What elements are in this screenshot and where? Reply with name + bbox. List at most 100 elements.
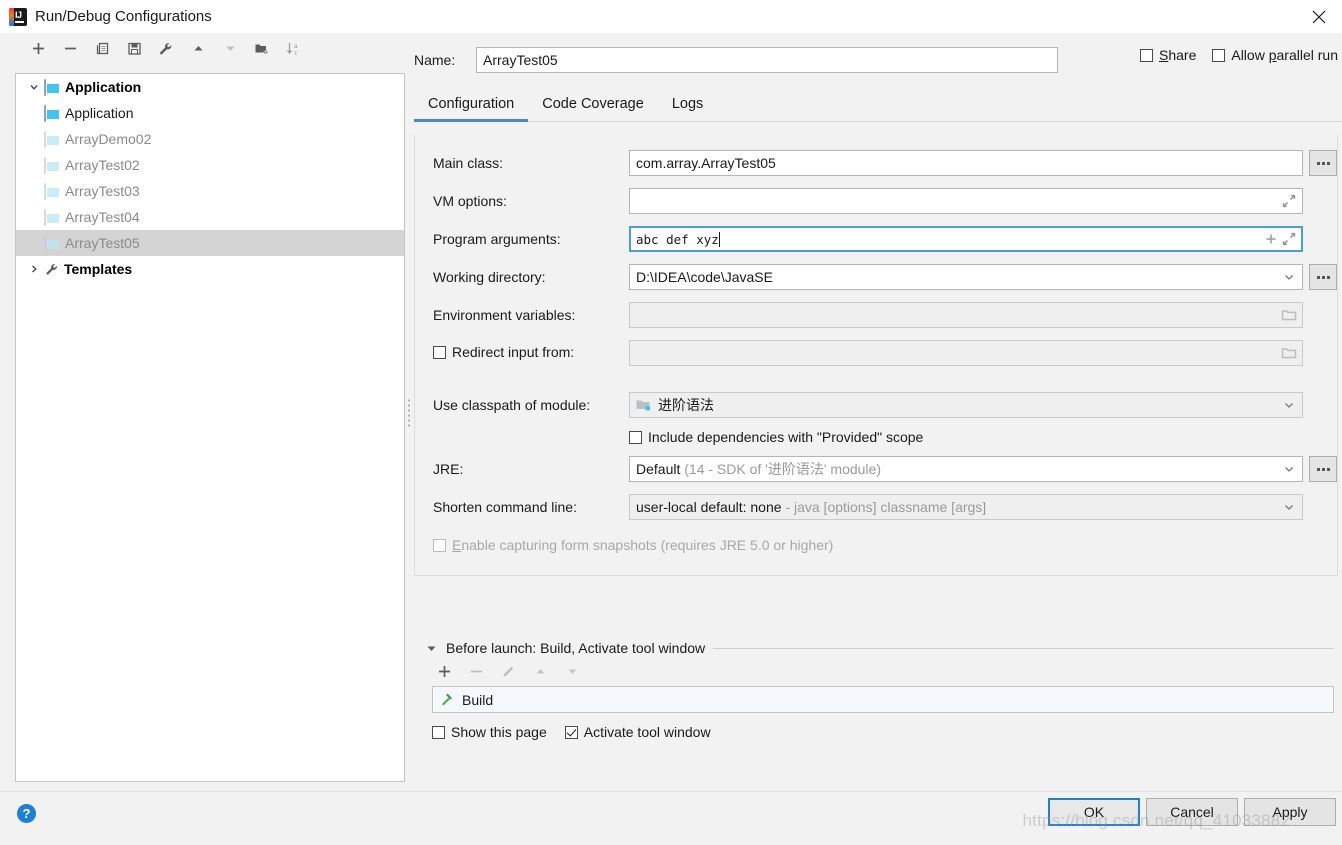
remove-button[interactable]: [54, 35, 86, 63]
bl-remove-button: [460, 657, 492, 685]
bl-add-button[interactable]: [428, 657, 460, 685]
vm-options-field[interactable]: [629, 188, 1303, 214]
ok-button[interactable]: OK: [1048, 798, 1140, 826]
chevron-down-icon[interactable]: [1280, 459, 1298, 479]
expand-diagonal-icon[interactable]: [1280, 229, 1298, 249]
help-question-icon[interactable]: ?: [17, 804, 36, 823]
show-this-page-checkbox[interactable]: Show this page: [432, 724, 547, 740]
bl-move-up-button: [524, 657, 556, 685]
expand-diagonal-icon[interactable]: [1280, 191, 1298, 211]
tree-node-arraytest03[interactable]: ArrayTest03: [16, 178, 404, 204]
tree-node-label: Application: [65, 79, 142, 95]
show-this-page-label: Show this page: [451, 724, 547, 740]
checkbox-box: [433, 345, 446, 359]
tree-node-label: ArrayTest05: [65, 235, 140, 251]
classpath-module-value: 进阶语法: [658, 397, 714, 413]
dialog-body: a z Application Application ArrayDemo02: [0, 33, 1342, 792]
checkbox-box: [564, 725, 578, 739]
working-directory-field[interactable]: D:\IDEA\code\JavaSE: [629, 264, 1303, 290]
jre-field[interactable]: Default (14 - SDK of '进阶语法' module): [629, 456, 1303, 482]
before-launch-header[interactable]: Before launch: Build, Activate tool wind…: [414, 640, 1338, 656]
chevron-down-icon[interactable]: [1280, 267, 1298, 287]
chevron-down-icon[interactable]: [1280, 497, 1298, 517]
main-class-row: Main class: com.array.ArrayTest05: [415, 149, 1337, 177]
window-title: Run/Debug Configurations: [35, 8, 212, 25]
tab-configuration[interactable]: Configuration: [414, 96, 529, 122]
tree-node-arraytest05[interactable]: ArrayTest05: [16, 230, 404, 256]
checkbox-box: [1139, 48, 1153, 62]
vm-options-label: VM options:: [433, 193, 507, 209]
text-caret: [718, 231, 720, 247]
move-up-button[interactable]: [182, 35, 214, 63]
environment-variables-row: Environment variables:: [415, 301, 1337, 329]
shorten-command-line-row: Shorten command line: user-local default…: [415, 493, 1337, 521]
folder-icon[interactable]: [1280, 305, 1298, 325]
tab-logs[interactable]: Logs: [658, 96, 717, 121]
caret-down-icon[interactable]: [424, 643, 438, 654]
include-provided-checkbox[interactable]: Include dependencies with "Provided" sco…: [629, 429, 923, 445]
close-icon[interactable]: [1296, 0, 1342, 33]
classpath-module-field[interactable]: 进阶语法: [629, 392, 1303, 418]
before-launch-list[interactable]: Build: [432, 686, 1334, 713]
chevron-right-icon[interactable]: [24, 264, 44, 274]
allow-parallel-run-checkbox[interactable]: Allow parallel run: [1212, 47, 1338, 63]
shorten-command-line-field[interactable]: user-local default: none - java [options…: [629, 494, 1303, 520]
svg-text:z: z: [294, 50, 297, 56]
program-arguments-field[interactable]: abc def xyz: [629, 226, 1303, 252]
configurations-pane: a z Application Application ArrayDemo02: [0, 33, 414, 792]
tree-node-arraytest04[interactable]: ArrayTest04: [16, 204, 404, 230]
tree-toolbar: a z: [0, 33, 414, 64]
before-launch-toolbar: [414, 656, 1338, 686]
checkbox-box: [1212, 48, 1226, 62]
application-icon: [44, 156, 61, 174]
main-class-field[interactable]: com.array.ArrayTest05: [629, 150, 1303, 176]
ellipsis-icon: [1316, 161, 1330, 165]
form-snapshots-label: Enable capturing form snapshots (require…: [452, 537, 834, 553]
add-button[interactable]: [22, 35, 54, 63]
working-directory-browse-button[interactable]: [1309, 264, 1337, 290]
top-checkboxes: Share Allow parallel run: [1139, 47, 1338, 63]
configurations-tree[interactable]: Application Application ArrayDemo02 Arra…: [15, 73, 405, 782]
jre-value: Default (14 - SDK of '进阶语法' module): [636, 461, 881, 477]
allow-parallel-run-label: Allow parallel run: [1231, 47, 1338, 63]
tree-node-application-group[interactable]: Application: [16, 74, 404, 100]
main-class-browse-button[interactable]: [1309, 150, 1337, 176]
application-icon: [44, 104, 61, 122]
before-launch-section: Before launch: Build, Activate tool wind…: [414, 628, 1338, 740]
activate-tool-window-checkbox[interactable]: Activate tool window: [564, 724, 711, 740]
program-arguments-label: Program arguments:: [433, 231, 561, 247]
save-button[interactable]: [118, 35, 150, 63]
tree-node-arraydemo02[interactable]: ArrayDemo02: [16, 126, 404, 152]
tab-code-coverage[interactable]: Code Coverage: [528, 96, 658, 121]
section-divider: [713, 647, 1334, 649]
cancel-button[interactable]: Cancel: [1146, 798, 1238, 826]
pane-splitter[interactable]: [405, 33, 414, 792]
folder-add-icon[interactable]: [246, 35, 278, 63]
plus-icon[interactable]: [1262, 229, 1280, 249]
copy-button[interactable]: [86, 35, 118, 63]
wrench-icon[interactable]: [150, 35, 182, 63]
program-arguments-value: abc def xyz: [636, 231, 720, 247]
environment-variables-field[interactable]: [629, 302, 1303, 328]
apply-button[interactable]: Apply: [1244, 798, 1336, 826]
chevron-down-icon[interactable]: [1280, 395, 1298, 415]
ellipsis-icon: [1316, 275, 1330, 279]
move-down-button: [214, 35, 246, 63]
name-input[interactable]: [476, 47, 1058, 73]
classpath-module-label: Use classpath of module:: [433, 397, 591, 413]
tree-node-label: ArrayDemo02: [65, 131, 152, 147]
tree-node-label: Application: [65, 105, 134, 121]
application-icon: [44, 78, 61, 96]
tree-node-templates[interactable]: Templates: [16, 256, 404, 282]
redirect-input-field[interactable]: [629, 340, 1303, 366]
redirect-input-checkbox[interactable]: Redirect input from:: [433, 344, 574, 360]
share-checkbox[interactable]: Share: [1139, 47, 1196, 63]
hammer-icon: [439, 692, 455, 708]
tree-node-application[interactable]: Application: [16, 100, 404, 126]
activate-tool-window-label: Activate tool window: [583, 724, 711, 740]
folder-icon[interactable]: [1280, 343, 1298, 363]
program-arguments-row: Program arguments: abc def xyz: [415, 225, 1337, 253]
jre-browse-button[interactable]: [1309, 456, 1337, 482]
tree-node-arraytest02[interactable]: ArrayTest02: [16, 152, 404, 178]
chevron-down-icon[interactable]: [24, 82, 44, 92]
